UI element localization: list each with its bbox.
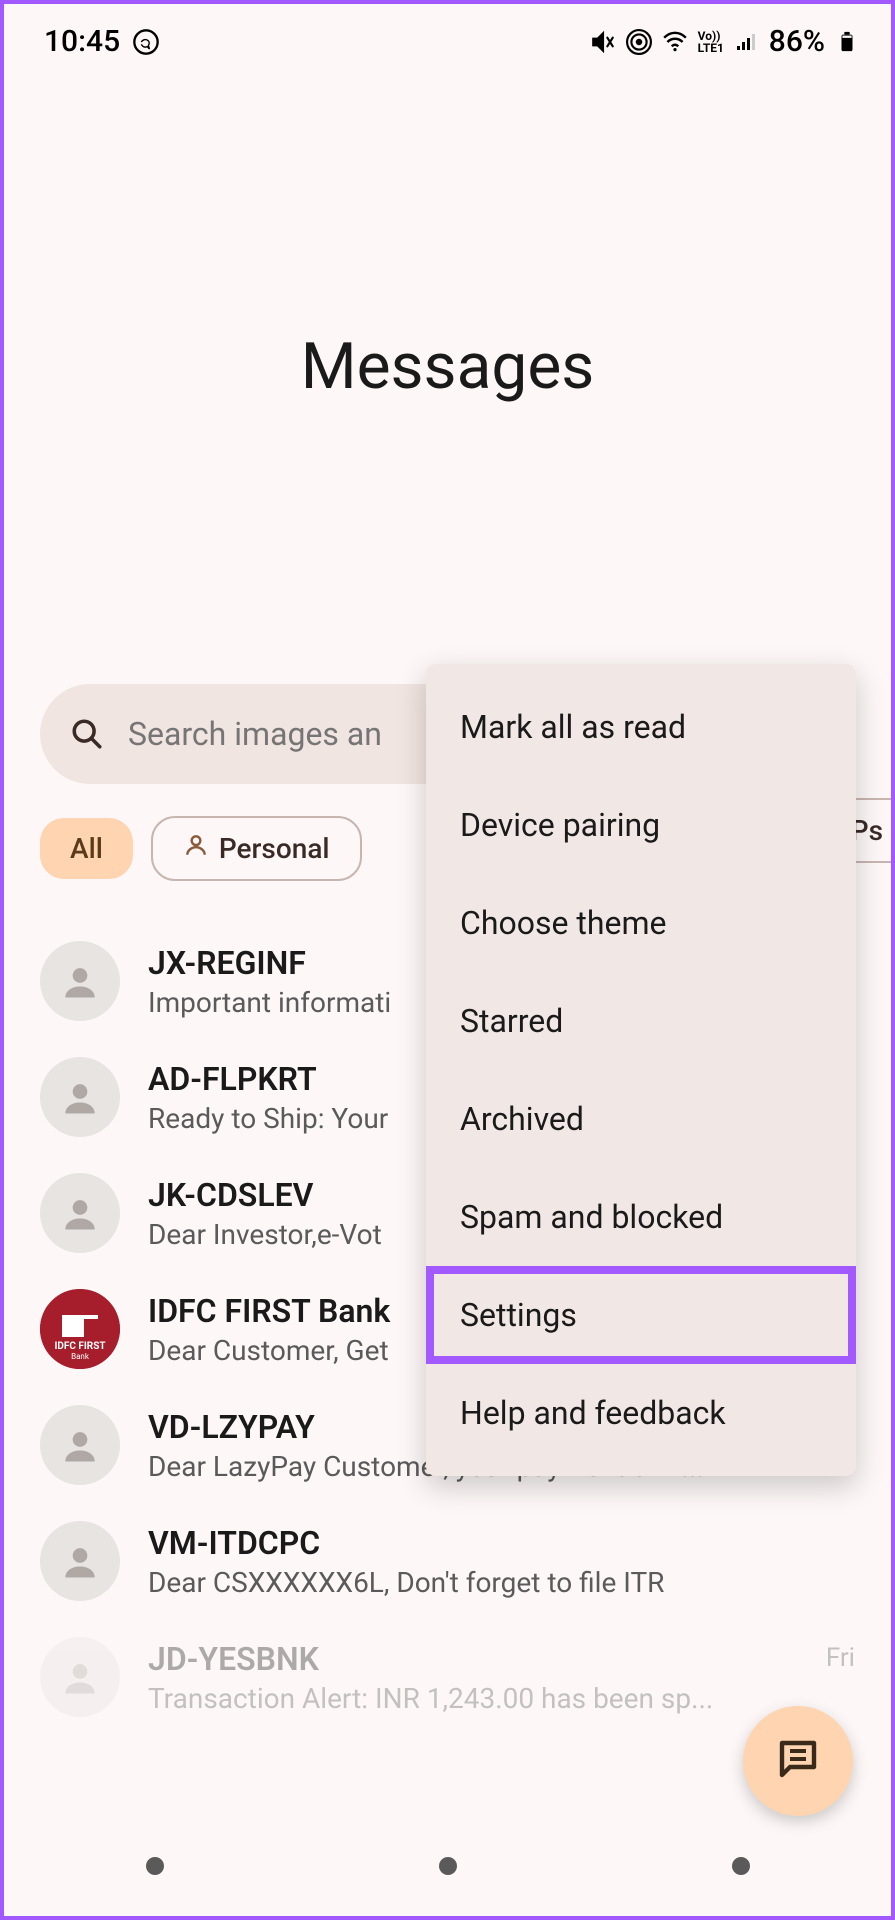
search-icon xyxy=(70,717,104,751)
avatar xyxy=(40,1173,120,1253)
svg-text:Bank: Bank xyxy=(71,1352,90,1361)
overflow-menu: Mark all as read Device pairing Choose t… xyxy=(426,664,856,1476)
avatar xyxy=(40,1637,120,1717)
nav-dot xyxy=(439,1857,457,1875)
svg-text:IDFC FIRST: IDFC FIRST xyxy=(54,1341,105,1352)
menu-starred[interactable]: Starred xyxy=(426,972,856,1070)
signal-icon xyxy=(733,28,761,56)
menu-choose-theme[interactable]: Choose theme xyxy=(426,874,856,972)
status-time: 10:45 xyxy=(44,24,120,59)
hotspot-icon xyxy=(625,28,653,56)
person-icon xyxy=(183,832,209,865)
conversation-time: Fri xyxy=(826,1643,855,1673)
status-bar: 10:45 Vo))LTE1 86% xyxy=(4,4,891,69)
menu-mark-all-read[interactable]: Mark all as read xyxy=(426,678,856,776)
menu-spam-blocked[interactable]: Spam and blocked xyxy=(426,1168,856,1266)
conversation-preview: Transaction Alert: INR 1,243.00 has been… xyxy=(148,1682,798,1715)
filter-all[interactable]: All xyxy=(40,818,133,879)
volte-icon: Vo))LTE1 xyxy=(697,28,725,56)
conversation-sender: JD-YESBNK xyxy=(148,1640,798,1678)
menu-device-pairing[interactable]: Device pairing xyxy=(426,776,856,874)
battery-percent: 86% xyxy=(769,24,825,59)
conversation-preview: Dear CSXXXXXX6L, Don't forget to file IT… xyxy=(148,1566,855,1599)
conversation-row[interactable]: JD-YESBNK Transaction Alert: INR 1,243.0… xyxy=(4,1619,891,1735)
menu-help-feedback[interactable]: Help and feedback xyxy=(426,1364,856,1462)
filter-personal[interactable]: Personal xyxy=(151,816,362,881)
nav-dot xyxy=(732,1857,750,1875)
battery-icon xyxy=(833,28,861,56)
menu-settings[interactable]: Settings xyxy=(426,1266,856,1364)
page-title: Messages xyxy=(4,329,891,404)
menu-archived[interactable]: Archived xyxy=(426,1070,856,1168)
whatsapp-icon xyxy=(132,28,160,56)
avatar xyxy=(40,941,120,1021)
mute-icon xyxy=(589,28,617,56)
avatar xyxy=(40,1405,120,1485)
avatar xyxy=(40,1521,120,1601)
avatar-idfc: IDFC FIRST Bank xyxy=(40,1289,120,1369)
bottom-nav-indicator xyxy=(8,1816,887,1916)
nav-dot xyxy=(146,1857,164,1875)
new-message-button[interactable] xyxy=(743,1706,853,1816)
conversation-row[interactable]: VM-ITDCPC Dear CSXXXXXX6L, Don't forget … xyxy=(4,1503,891,1619)
chat-icon xyxy=(774,1735,822,1787)
wifi-icon xyxy=(661,28,689,56)
conversation-sender: VM-ITDCPC xyxy=(148,1524,855,1562)
avatar xyxy=(40,1057,120,1137)
